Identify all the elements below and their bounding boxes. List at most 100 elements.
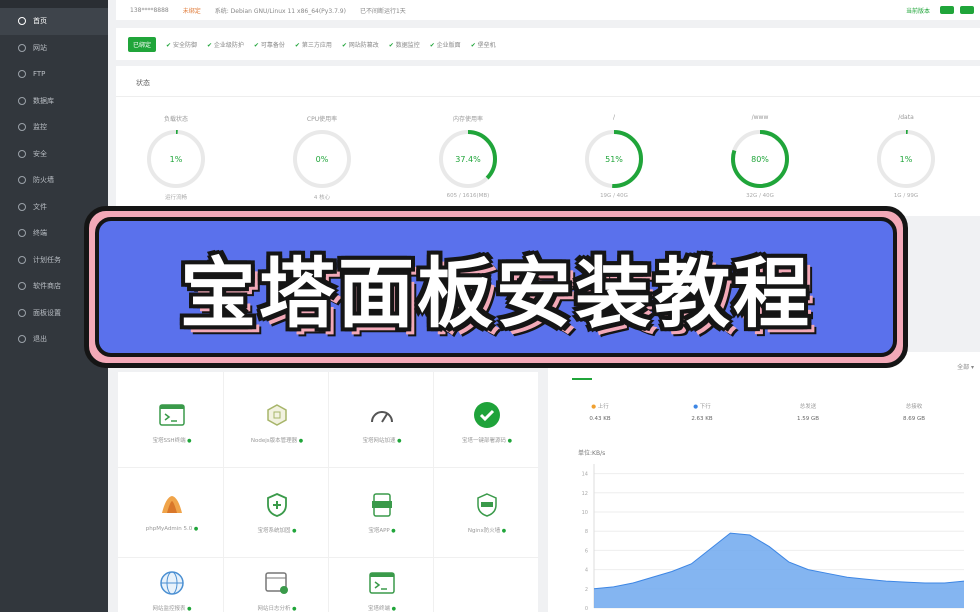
menu-icon: [18, 70, 26, 79]
feature-pill[interactable]: 企业级防护: [207, 40, 244, 49]
gauge-ring: 1%: [877, 130, 935, 188]
sidebar-item-label: 面板设置: [33, 308, 61, 317]
update-button[interactable]: [940, 6, 954, 14]
phpmyadmin-icon: [157, 490, 187, 520]
restart-button[interactable]: [960, 6, 974, 14]
uptime-info: 已不间断运行1天: [359, 7, 406, 15]
check-icon: [472, 400, 502, 430]
gauge-label: 内存使用率: [452, 116, 483, 123]
gauge-label: CPU使用率: [306, 116, 338, 123]
sidebar-item-label: 防火墙: [33, 176, 54, 185]
app-name: 宝塔网站加速: [332, 436, 432, 444]
y-tick-label: 4: [585, 568, 588, 574]
sidebar-item[interactable]: 网站: [0, 35, 108, 62]
software-app[interactable]: phpMyAdmin 5.0: [122, 490, 222, 532]
traffic-panel: 全部 ▾ ● 上行 0.43 KB ● 下行 2.63 KB 总发送 1.59 GB 总接收…: [548, 352, 980, 612]
grid-line: [118, 467, 538, 468]
software-app[interactable]: 网站日志分析: [227, 568, 327, 612]
version-info: 当前版本: [905, 7, 930, 15]
software-app[interactable]: Nodejs版本管理器: [227, 400, 327, 444]
top-status-bar: 138****8888 未绑定 系统: Debian GNU/Linux 11 …: [116, 0, 980, 20]
sidebar-item[interactable]: 安全: [0, 141, 108, 168]
app-name: 宝塔APP: [332, 526, 432, 534]
software-app[interactable]: 宝塔网站加速: [332, 400, 432, 444]
software-app[interactable]: 宝塔APP: [332, 490, 432, 534]
sidebar-item-label: 首页: [33, 17, 47, 26]
app-name: 网站监控报表: [122, 604, 222, 612]
feature-bar: 已绑定 安全防御 企业级防护 可靠备份 第三方应用 网站防篡改 数据监控 企业版面 堡垒机: [116, 28, 980, 60]
bound-tag[interactable]: 已绑定: [128, 36, 157, 52]
app-name: 宝塔系统加固: [227, 526, 327, 534]
app-icon: [367, 490, 397, 520]
sidebar-item-label: 终端: [33, 229, 47, 238]
feature-pill[interactable]: 企业版面: [430, 40, 461, 49]
user-account[interactable]: 138****8888: [130, 7, 169, 14]
sidebar-logo-bar: [0, 0, 108, 8]
software-app[interactable]: Nginx防火墙: [437, 490, 537, 534]
gauge-label: /www: [751, 114, 769, 121]
gauge-value: 37.4%: [455, 155, 481, 164]
software-app[interactable]: 宝塔系统加固: [227, 490, 327, 534]
gauge-ring: 1%: [147, 130, 205, 188]
gauge-subtext: 605 / 1616(MB): [446, 193, 490, 199]
sidebar-item[interactable]: FTP: [0, 61, 108, 88]
sidebar-item[interactable]: 数据库: [0, 88, 108, 115]
app-name: 网站日志分析: [227, 604, 327, 612]
feature-pill[interactable]: 网站防篡改: [342, 40, 379, 49]
status-divider: [116, 96, 980, 97]
software-app[interactable]: 网站监控报表: [122, 568, 222, 612]
status-gauge[interactable]: 负载状态 1% 运行流畅: [136, 114, 216, 201]
software-app[interactable]: 宝塔SSH终端: [122, 400, 222, 444]
menu-icon: [18, 335, 26, 344]
gauge-ring: 51%: [585, 130, 643, 188]
feature-pill[interactable]: 可靠备份: [254, 40, 285, 49]
title-banner: 宝塔面板安装教程: [84, 206, 908, 368]
status-gauge[interactable]: /www 80% 32G / 40G: [720, 114, 800, 199]
menu-icon: [18, 17, 26, 26]
gauge-subtext: 1G / 99G: [893, 193, 919, 199]
y-tick-label: 12: [582, 491, 588, 497]
status-gauge[interactable]: 内存使用率 37.4% 605 / 1616(MB): [428, 114, 508, 199]
software-app[interactable]: 宝塔终端: [332, 568, 432, 612]
feature-pill[interactable]: 数据监控: [389, 40, 420, 49]
app-name: Nodejs版本管理器: [227, 436, 327, 444]
app-name: 宝塔一键部署源码: [437, 436, 537, 444]
y-tick-label: 0: [585, 606, 588, 612]
menu-icon: [18, 255, 26, 264]
bind-status[interactable]: 未绑定: [183, 6, 201, 15]
menu-icon: [18, 308, 26, 317]
sidebar-item-label: 退出: [33, 335, 47, 344]
sidebar-item[interactable]: 首页: [0, 8, 108, 35]
status-heading: 状态: [136, 79, 150, 87]
gauge-label: 负载状态: [163, 116, 188, 123]
feature-pill[interactable]: 安全防御: [166, 40, 197, 49]
sidebar-item-label: 网站: [33, 43, 47, 52]
menu-icon: [18, 96, 26, 105]
gauge-ring: 80%: [731, 130, 789, 188]
terminal-icon: [367, 568, 397, 598]
menu-icon: [18, 229, 26, 238]
terminal-icon: [157, 400, 187, 430]
status-gauge[interactable]: CPU使用率 0% 4 核心: [282, 114, 362, 201]
grid-line: [433, 372, 434, 612]
gauge-subtext: 32G / 40G: [746, 193, 774, 199]
grid-line: [328, 372, 329, 612]
menu-icon: [18, 176, 26, 185]
traffic-chart: 0 2 4 6 8 10 12 14: [582, 464, 965, 612]
status-gauge[interactable]: / 51% 19G / 40G: [574, 114, 654, 199]
sidebar-item-label: 文件: [33, 202, 47, 211]
shield-icon: [262, 490, 292, 520]
software-app[interactable]: 宝塔一键部署源码: [437, 400, 537, 444]
sidebar-item[interactable]: 监控: [0, 114, 108, 141]
feature-pill[interactable]: 第三方应用: [295, 40, 332, 49]
menu-icon: [18, 43, 26, 52]
sidebar-item[interactable]: 防火墙: [0, 167, 108, 194]
gauge-value: 51%: [605, 155, 623, 164]
y-tick-label: 10: [582, 510, 588, 516]
speed-icon: [367, 400, 397, 430]
menu-icon: [18, 202, 26, 211]
gauge-label: /: [612, 114, 616, 121]
feature-pill[interactable]: 堡垒机: [471, 40, 496, 49]
status-gauge[interactable]: /data 1% 1G / 99G: [866, 114, 946, 199]
sidebar-item-label: FTP: [33, 70, 46, 79]
